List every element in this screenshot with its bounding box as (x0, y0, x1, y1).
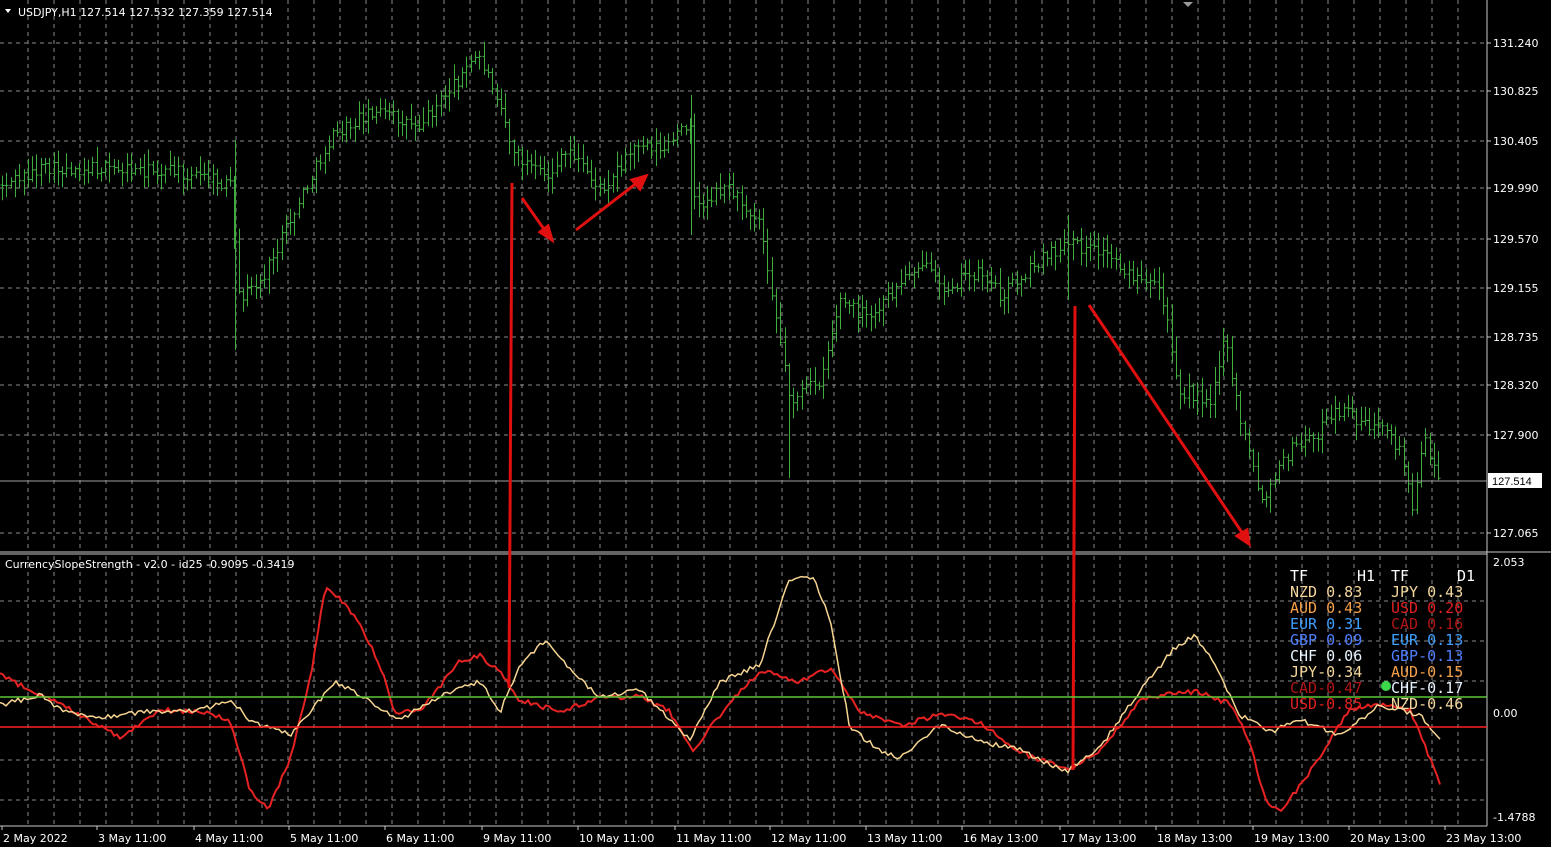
price-tick-label: 129.570 (1493, 233, 1539, 246)
price-tick-label: 127.065 (1493, 527, 1539, 540)
time-tick-label: 2 May 2022 (3, 832, 68, 845)
chart-background (0, 0, 1551, 847)
time-tick-label: 20 May 13:00 (1350, 832, 1425, 845)
time-tick-label: 17 May 13:00 (1061, 832, 1136, 845)
indicator-tick-label: 0.00 (1493, 707, 1518, 720)
annotation-vertical-line (1071, 305, 1077, 771)
price-tick-label: 131.240 (1493, 37, 1539, 50)
time-tick-label: 23 May 13:00 (1446, 832, 1521, 845)
current-price-tag-text: 127.514 (1492, 476, 1532, 488)
price-tick-label: 129.990 (1493, 182, 1539, 195)
time-tick-label: 13 May 11:00 (867, 832, 942, 845)
table-row-h1: USD-0.85 (1290, 695, 1362, 713)
time-tick-label: 6 May 11:00 (386, 832, 454, 845)
price-tick-label: 128.320 (1493, 379, 1539, 392)
time-tick-label: 11 May 11:00 (676, 832, 751, 845)
time-tick-label: 19 May 13:00 (1254, 832, 1329, 845)
chart-canvas[interactable]: 127.514 USDJPY,H1 127.514 127.532 127.35… (0, 0, 1551, 847)
status-dot-icon (1381, 681, 1391, 691)
time-tick-label: 3 May 11:00 (98, 832, 166, 845)
price-tick-label: 127.900 (1493, 429, 1539, 442)
time-tick-label: 16 May 13:00 (963, 832, 1038, 845)
time-tick-label: 4 May 11:00 (195, 832, 263, 845)
time-tick-label: 12 May 11:00 (771, 832, 846, 845)
indicator-tick-label: 2.053 (1493, 556, 1525, 569)
indicator-header: CurrencySlopeStrength - v2.0 - id25 -0.9… (5, 558, 295, 571)
price-tick-label: 130.825 (1493, 85, 1539, 98)
indicator-tick-label: -1.4788 (1493, 811, 1535, 824)
time-tick-label: 10 May 11:00 (579, 832, 654, 845)
price-tick-label: 129.155 (1493, 282, 1539, 295)
time-tick-label: 9 May 11:00 (483, 832, 551, 845)
symbol-header: USDJPY,H1 127.514 127.532 127.359 127.51… (18, 6, 273, 19)
time-tick-label: 18 May 13:00 (1157, 832, 1232, 845)
table-row-d1: NZD-0.46 (1391, 695, 1463, 713)
price-tick-label: 130.405 (1493, 135, 1539, 148)
price-tick-label: 128.735 (1493, 331, 1539, 344)
time-tick-label: 5 May 11:00 (290, 832, 358, 845)
